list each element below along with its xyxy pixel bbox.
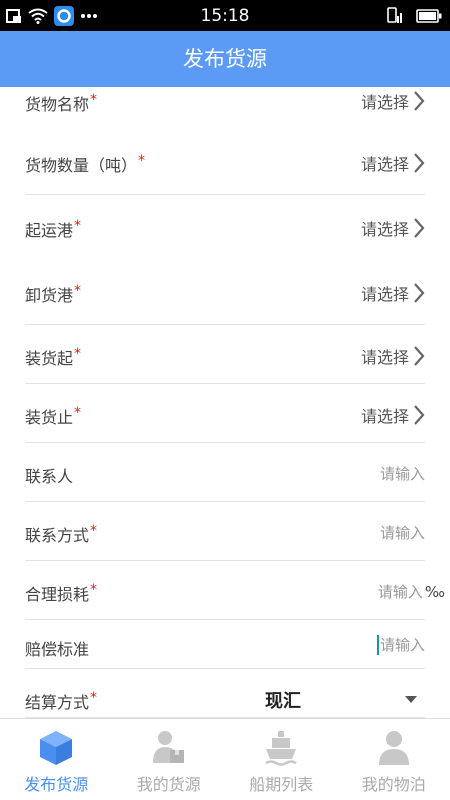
phone-signal-icon (387, 7, 402, 23)
chevron-right-icon (414, 91, 425, 111)
nav-my-wubo[interactable]: 我的物泊 (338, 719, 450, 800)
battery-icon (416, 9, 442, 23)
text-cursor (376, 634, 379, 655)
contact-method-input[interactable]: 请输入 (380, 522, 425, 543)
chevron-right-icon (414, 405, 425, 425)
destination-port-select[interactable]: 请选择 (361, 281, 425, 305)
field-label: 结算方式* (25, 690, 98, 712)
reasonable-loss-placeholder: 请输入 (377, 583, 423, 601)
required-mark: * (90, 92, 98, 108)
field-label: 装货起* (25, 346, 82, 368)
status-icons-right (386, 6, 442, 26)
field-label: 装货止* (25, 405, 82, 427)
required-mark: * (90, 523, 98, 539)
settlement-selected-value: 现汇 (265, 691, 301, 712)
required-mark: * (90, 582, 98, 598)
nav-ship-schedule[interactable]: 船期列表 (225, 719, 338, 800)
contact-person-input[interactable]: 请输入 (380, 463, 425, 484)
origin-port-select[interactable]: 请选择 (361, 216, 425, 240)
publish-form: 货物名称* 请选择 货物数量（吨）* 请选择 起运港* 请选择 卸货港* 请选择… (0, 87, 450, 718)
settlement-method-dropdown[interactable]: 现汇 (255, 669, 425, 718)
required-mark: * (90, 690, 98, 706)
loading-end-row[interactable]: 装货止* 请选择 (25, 384, 425, 443)
dropdown-arrow-icon (405, 696, 417, 703)
destination-port-row[interactable]: 卸货港* 请选择 (25, 259, 425, 325)
required-mark: * (74, 346, 82, 362)
bottom-nav: 发布货源 我的货源 船期列表 我的物泊 (0, 718, 450, 800)
nav-label: 我的货源 (136, 775, 201, 794)
user-icon (378, 731, 409, 765)
field-label: 赔偿标准 (25, 640, 90, 659)
field-label: 起运港* (25, 218, 82, 240)
nav-label: 我的物泊 (361, 775, 426, 794)
compensation-placeholder: 请输入 (379, 636, 425, 654)
field-label: 卸货港* (25, 283, 82, 305)
chevron-right-icon (414, 283, 425, 303)
cube-icon (40, 731, 73, 765)
field-label: 合理损耗* (25, 582, 98, 604)
chevron-right-icon (414, 346, 425, 366)
required-mark: * (74, 283, 82, 299)
compensation-row: 赔偿标准 请输入 (25, 620, 425, 669)
clock: 15:18 (200, 6, 250, 26)
title-bar: 发布货源 (0, 31, 450, 87)
settlement-method-row: 结算方式* 现汇 (25, 669, 425, 718)
field-label: 货物数量（吨）* (25, 153, 146, 175)
person-box-icon (152, 731, 184, 763)
per-mille-unit: ‰ (424, 582, 445, 601)
nav-label: 船期列表 (249, 775, 314, 794)
required-mark: * (138, 153, 146, 169)
status-bar: 15:18 (0, 0, 450, 31)
nav-label: 发布货源 (24, 775, 89, 794)
origin-port-row[interactable]: 起运港* 请选择 (25, 195, 425, 259)
cargo-name-row[interactable]: 货物名称* 请选择 (25, 87, 425, 125)
reasonable-loss-input[interactable]: 请输入 ‰ (378, 581, 445, 602)
loading-start-select[interactable]: 请选择 (361, 344, 425, 368)
field-label: 联系人 (25, 467, 74, 486)
nav-my-cargo[interactable]: 我的货源 (113, 719, 226, 800)
contact-method-row: 联系方式* 请输入 (25, 502, 425, 561)
field-label: 货物名称* (25, 92, 98, 114)
field-label: 联系方式* (25, 523, 98, 545)
ship-icon (265, 731, 297, 766)
compensation-input[interactable]: 请输入 (376, 634, 425, 655)
loading-end-select[interactable]: 请选择 (361, 403, 425, 427)
contact-person-row: 联系人 请输入 (25, 443, 425, 502)
cargo-quantity-row[interactable]: 货物数量（吨）* 请选择 (25, 125, 425, 195)
chevron-right-icon (414, 153, 425, 173)
required-mark: * (74, 405, 82, 421)
nav-publish-cargo[interactable]: 发布货源 (0, 719, 113, 800)
cargo-name-select[interactable]: 请选择 (361, 89, 425, 113)
page-title: 发布货源 (183, 47, 267, 71)
required-mark: * (74, 218, 82, 234)
cargo-quantity-select[interactable]: 请选择 (361, 151, 425, 175)
chevron-right-icon (414, 218, 425, 238)
reasonable-loss-row: 合理损耗* 请输入 ‰ (25, 561, 445, 620)
loading-start-row[interactable]: 装货起* 请选择 (25, 325, 425, 384)
